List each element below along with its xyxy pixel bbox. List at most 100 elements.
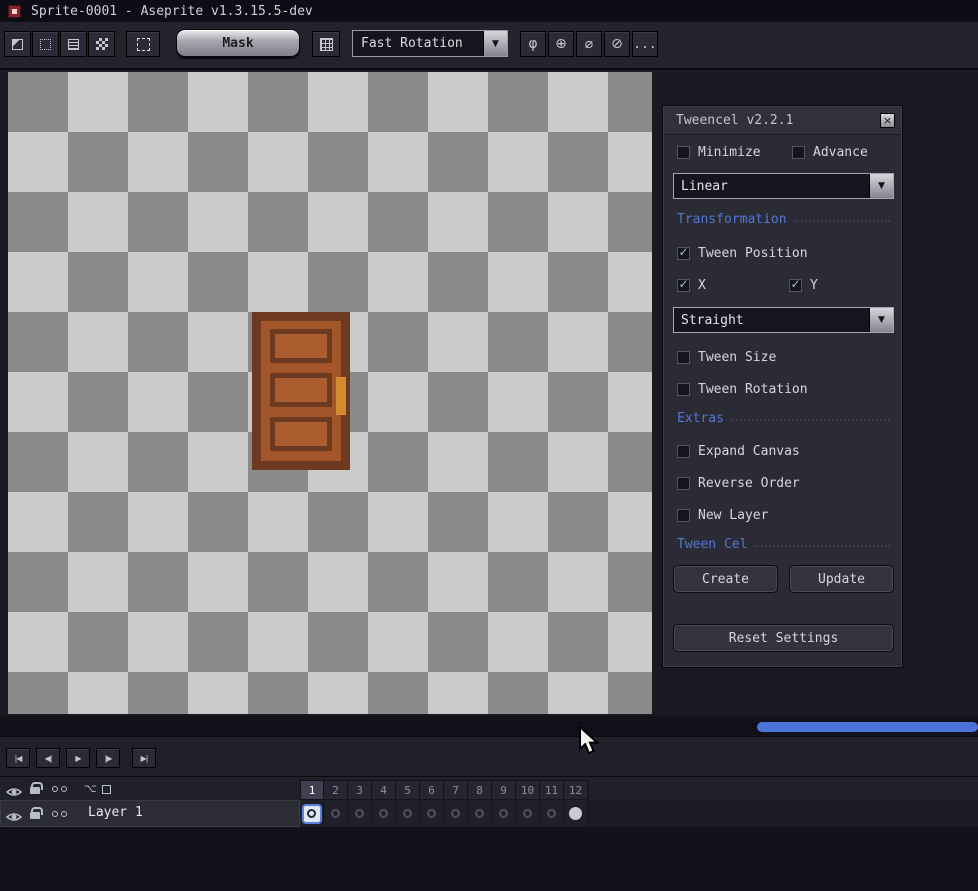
cel-frame-12[interactable] (564, 800, 588, 827)
frame-header-1[interactable]: 1 (300, 780, 324, 800)
reverse-order-checkbox[interactable]: Reverse Order (677, 475, 800, 491)
cel-frame-5[interactable] (396, 800, 420, 827)
selection-replace-icon (12, 39, 23, 50)
layer-row-background[interactable] (0, 800, 300, 827)
frame-header-6[interactable]: 6 (420, 780, 444, 800)
cel-frame-9[interactable] (492, 800, 516, 827)
chevron-down-icon[interactable]: ▼ (869, 308, 893, 332)
marching-ants-icon (137, 38, 150, 51)
workspace: Tweencel v2.2.1 × Minimize Advance Linea… (0, 70, 978, 716)
selection-subtract-icon (68, 39, 79, 50)
checkbox-label: Minimize (698, 145, 761, 160)
next-frame-button[interactable]: |▶ (96, 748, 120, 768)
context-toolbar: Mask Fast Rotation ▼ φ ⊕ ⌀ ⊘ ... (0, 22, 978, 70)
frame-header-5[interactable]: 5 (396, 780, 420, 800)
grid-button[interactable] (312, 31, 340, 57)
cel-frame-10[interactable] (516, 800, 540, 827)
layer-continuous-icon[interactable] (52, 811, 67, 817)
more-options-button[interactable]: ... (632, 31, 658, 57)
easing-dropdown[interactable]: Linear ▼ (673, 173, 894, 199)
advance-checkbox[interactable]: Advance (792, 144, 868, 160)
axis-x-checkbox[interactable]: X (677, 277, 706, 293)
tween-size-checkbox[interactable]: Tween Size (677, 349, 776, 365)
path-dropdown[interactable]: Straight ▼ (673, 307, 894, 333)
frame-header-4[interactable]: 4 (372, 780, 396, 800)
selection-mode-replace-button[interactable] (4, 31, 31, 57)
sprite-canvas[interactable] (8, 72, 652, 714)
layer-name[interactable]: Layer 1 (88, 805, 143, 820)
rotation-algorithm-value: Fast Rotation (353, 31, 483, 56)
selection-mode-intersect-button[interactable] (88, 31, 115, 57)
frame-header-11[interactable]: 11 (540, 780, 564, 800)
pivot-option-button-1[interactable]: φ (520, 31, 546, 57)
first-frame-button[interactable]: |◀ (6, 748, 30, 768)
checkbox-box (789, 279, 802, 292)
onion-skin-icon[interactable] (52, 786, 67, 792)
rotation-algorithm-select[interactable]: Fast Rotation ▼ (352, 30, 508, 57)
frame-header-7[interactable]: 7 (444, 780, 468, 800)
cel-frame-3[interactable] (348, 800, 372, 827)
pivot-option-button-3[interactable]: ⌀ (576, 31, 602, 57)
dialog-titlebar[interactable]: Tweencel v2.2.1 (664, 107, 901, 135)
create-button[interactable]: Create (673, 565, 778, 593)
frame-header-2[interactable]: 2 (324, 780, 348, 800)
checkbox-box (677, 509, 690, 522)
layer-visibility-icon[interactable] (6, 808, 22, 827)
frame-header-3[interactable]: 3 (348, 780, 372, 800)
cel-frame-11[interactable] (540, 800, 564, 827)
pivot-option-button-4[interactable]: ⊘ (604, 31, 630, 57)
app-icon (8, 5, 21, 18)
door-panel-top (270, 329, 332, 363)
new-layer-checkbox[interactable]: New Layer (677, 507, 768, 523)
last-frame-button[interactable]: ▶| (132, 748, 156, 768)
minimize-checkbox[interactable]: Minimize (677, 144, 761, 160)
axis-y-checkbox[interactable]: Y (789, 277, 818, 293)
close-icon[interactable]: × (880, 113, 895, 128)
chevron-down-icon[interactable]: ▼ (483, 31, 507, 56)
play-button[interactable]: ▶ (66, 748, 90, 768)
pivot-vertical-icon: φ (528, 36, 537, 52)
selection-mode-subtract-button[interactable] (60, 31, 87, 57)
cel-options-icon[interactable] (102, 785, 111, 794)
window-title: Sprite-0001 - Aseprite v1.3.15.5-dev (31, 4, 313, 19)
marching-ants-button[interactable] (126, 31, 160, 57)
checkbox-box (677, 247, 690, 260)
frame-header-9[interactable]: 9 (492, 780, 516, 800)
tween-position-checkbox[interactable]: Tween Position (677, 245, 808, 261)
frame-header-8[interactable]: 8 (468, 780, 492, 800)
expand-canvas-checkbox[interactable]: Expand Canvas (677, 443, 800, 459)
layer-options-icon[interactable]: ⌥ (84, 782, 97, 795)
checkbox-box (677, 146, 690, 159)
checkbox-box (677, 279, 690, 292)
checkbox-label: X (698, 278, 706, 293)
checkbox-box (792, 146, 805, 159)
cel-frame-7[interactable] (444, 800, 468, 827)
cel-frame-4[interactable] (372, 800, 396, 827)
mask-button[interactable]: Mask (176, 29, 300, 57)
checkbox-label: Tween Position (698, 246, 808, 261)
checkbox-label: Y (810, 278, 818, 293)
cel-cells (300, 800, 588, 827)
layer-lock-icon[interactable] (30, 812, 40, 819)
frame-header-12[interactable]: 12 (564, 780, 588, 800)
checkbox-label: Reverse Order (698, 476, 800, 491)
selection-mode-add-button[interactable] (32, 31, 59, 57)
tween-rotation-checkbox[interactable]: Tween Rotation (677, 381, 808, 397)
horizontal-scrollbar-thumb[interactable] (757, 722, 978, 732)
cel-frame-2[interactable] (324, 800, 348, 827)
cel-frame-6[interactable] (420, 800, 444, 827)
update-button[interactable]: Update (789, 565, 894, 593)
cel-frame-8[interactable] (468, 800, 492, 827)
frame-header-10[interactable]: 10 (516, 780, 540, 800)
checkbox-box (677, 383, 690, 396)
aseprite-window: Sprite-0001 - Aseprite v1.3.15.5-dev Mas… (0, 0, 978, 891)
chevron-down-icon[interactable]: ▼ (869, 174, 893, 198)
reset-settings-button[interactable]: Reset Settings (673, 624, 894, 652)
pivot-option-button-2[interactable]: ⊕ (548, 31, 574, 57)
cel-frame-1[interactable] (300, 800, 324, 827)
lock-icon[interactable] (30, 787, 40, 794)
prev-frame-button[interactable]: ◀| (36, 748, 60, 768)
grid-icon (320, 38, 333, 51)
dialog-title: Tweencel v2.2.1 (676, 113, 793, 128)
section-tween-cel: Tween Cel (677, 537, 890, 552)
